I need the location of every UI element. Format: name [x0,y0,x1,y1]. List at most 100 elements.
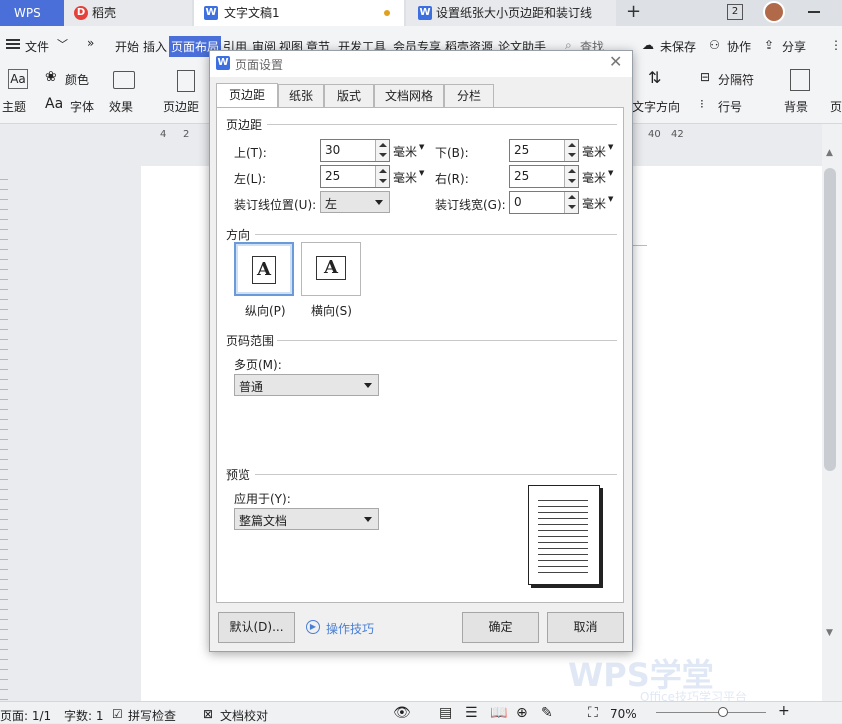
left-margin-value[interactable]: 25 [325,169,340,183]
line-number-button[interactable]: 行号 [718,98,742,115]
background-icon[interactable] [790,69,810,91]
tab-layout[interactable]: 版式 [324,84,374,108]
separator-button[interactable]: 分隔符 [718,71,754,88]
theme-icon[interactable]: Aa [8,69,28,89]
cancel-button[interactable]: 取消 [547,612,624,643]
spell-check-button[interactable]: 拼写检查 [128,707,176,724]
spinner-arrows-icon[interactable] [564,140,578,161]
unit-dropdown-icon[interactable]: ▼ [608,195,613,203]
right-margin-spinner[interactable]: 25 [509,165,579,188]
landscape-label[interactable]: 横向(S) [311,302,352,319]
text-direction-icon[interactable]: ⇅ [648,68,661,87]
share-icon[interactable]: ⇪ [764,38,774,52]
dropdown-arrow-icon[interactable] [364,383,372,388]
window-count-badge[interactable]: 2 [727,4,743,20]
text-direction-button[interactable]: 文字方向 [632,98,680,115]
scroll-up-icon[interactable]: ▲ [826,148,833,158]
dialog-title-bar[interactable]: W 页面设置 ✕ [210,51,632,77]
unit-dropdown-icon[interactable]: ▼ [419,143,424,151]
proof-button[interactable]: 文档校对 [220,707,268,724]
scroll-down-icon[interactable]: ▼ [826,628,833,638]
word-count[interactable]: 字数: 1 [64,707,104,724]
effect-icon[interactable] [113,71,135,89]
bottom-margin-spinner[interactable]: 25 [509,139,579,162]
apply-to-select[interactable]: 整篇文档 [234,508,379,530]
color-button[interactable]: 颜色 [65,71,89,88]
new-tab-button[interactable]: + [626,1,641,22]
unit-dropdown-icon[interactable]: ▼ [608,169,613,177]
left-margin-unit[interactable]: 毫米 [393,169,417,186]
reading-view-icon[interactable]: 📖 [490,705,507,721]
landscape-option[interactable]: A [301,242,361,296]
separator-icon[interactable]: ⊟ [700,70,710,84]
tab-paper[interactable]: 纸张 [278,84,324,108]
zoom-in-icon[interactable]: + [778,703,790,719]
top-margin-unit[interactable]: 毫米 [393,143,417,160]
collab-button[interactable]: 协作 [727,38,751,55]
unit-dropdown-icon[interactable]: ▼ [419,169,424,177]
zoom-slider-handle[interactable] [718,707,728,717]
web-view-icon[interactable]: ⊕ [516,705,528,721]
spinner-arrows-icon[interactable] [564,166,578,187]
bottom-margin-value[interactable]: 25 [514,143,529,157]
top-margin-value[interactable]: 30 [325,143,340,157]
write-view-icon[interactable]: ✎ [541,705,553,721]
tab-wps-home[interactable]: WPS [0,0,64,26]
margin-button[interactable]: 页边距 [163,98,199,115]
font-button[interactable]: 字体 [70,98,94,115]
share-button[interactable]: 分享 [782,38,806,55]
tab-document-1[interactable]: W 文字文稿1 [194,0,404,26]
gutter-position-value[interactable]: 左 [325,195,337,212]
dropdown-arrow-icon[interactable] [364,517,372,522]
eye-protect-icon[interactable]: 👁 [393,705,411,721]
tab-daoke[interactable]: D 稻壳 [64,0,192,26]
more-left-icon[interactable]: » [87,36,94,50]
spinner-arrows-icon[interactable] [375,166,389,187]
spinner-arrows-icon[interactable] [564,192,578,213]
outline-view-icon[interactable]: ☰ [465,705,478,721]
tab-margins[interactable]: 页边距 [216,83,278,109]
dropdown-arrow-icon[interactable] [375,200,383,205]
effect-button[interactable]: 效果 [109,98,133,115]
unit-dropdown-icon[interactable]: ▼ [608,143,613,151]
proof-icon[interactable]: ⊠ [203,707,213,721]
line-number-icon[interactable]: ⁝ [700,97,704,111]
play-tips-icon[interactable]: ▶ [306,620,320,634]
multi-page-value[interactable]: 普通 [239,378,263,395]
gutter-position-select[interactable]: 左 [320,191,390,213]
portrait-option[interactable]: A [234,242,294,296]
tab-columns[interactable]: 分栏 [444,84,494,108]
scrollbar-thumb[interactable] [824,168,836,471]
tab-doc-grid[interactable]: 文档网格 [374,84,444,108]
gutter-width-value[interactable]: 0 [514,195,522,209]
bottom-margin-unit[interactable]: 毫米 [582,143,606,160]
cloud-icon[interactable]: ☁ [642,38,654,52]
menu-home[interactable]: 开始 [115,38,139,55]
collab-icon[interactable]: ⚇ [709,38,720,52]
zoom-slider-track[interactable] [656,712,766,713]
fit-page-icon[interactable]: ⛶ [588,705,598,721]
theme-button[interactable]: 主题 [2,98,26,115]
minimize-icon[interactable] [808,11,820,13]
spinner-arrows-icon[interactable] [375,140,389,161]
gutter-width-spinner[interactable]: 0 [509,191,579,214]
default-button[interactable]: 默认(D)... [218,612,295,643]
page-button[interactable]: 页 [830,98,842,115]
zoom-level[interactable]: 70% [610,707,637,721]
menu-insert[interactable]: 插入 [143,38,167,55]
margin-icon[interactable] [177,70,195,92]
top-margin-spinner[interactable]: 30 [320,139,390,162]
right-margin-unit[interactable]: 毫米 [582,169,606,186]
multi-page-select[interactable]: 普通 [234,374,379,396]
tab-document-2[interactable]: W 设置纸张大小页边距和装订线 [406,0,616,26]
left-margin-spinner[interactable]: 25 [320,165,390,188]
unsaved-status[interactable]: 未保存 [660,38,696,55]
close-icon[interactable]: ✕ [609,52,622,71]
tips-link[interactable]: 操作技巧 [326,620,374,637]
portrait-label[interactable]: 纵向(P) [245,302,286,319]
font-icon[interactable]: Aa [45,96,63,112]
chevron-down-icon[interactable]: ﹀ [57,36,68,52]
right-margin-value[interactable]: 25 [514,169,529,183]
background-button[interactable]: 背景 [784,98,808,115]
avatar[interactable] [763,1,785,23]
